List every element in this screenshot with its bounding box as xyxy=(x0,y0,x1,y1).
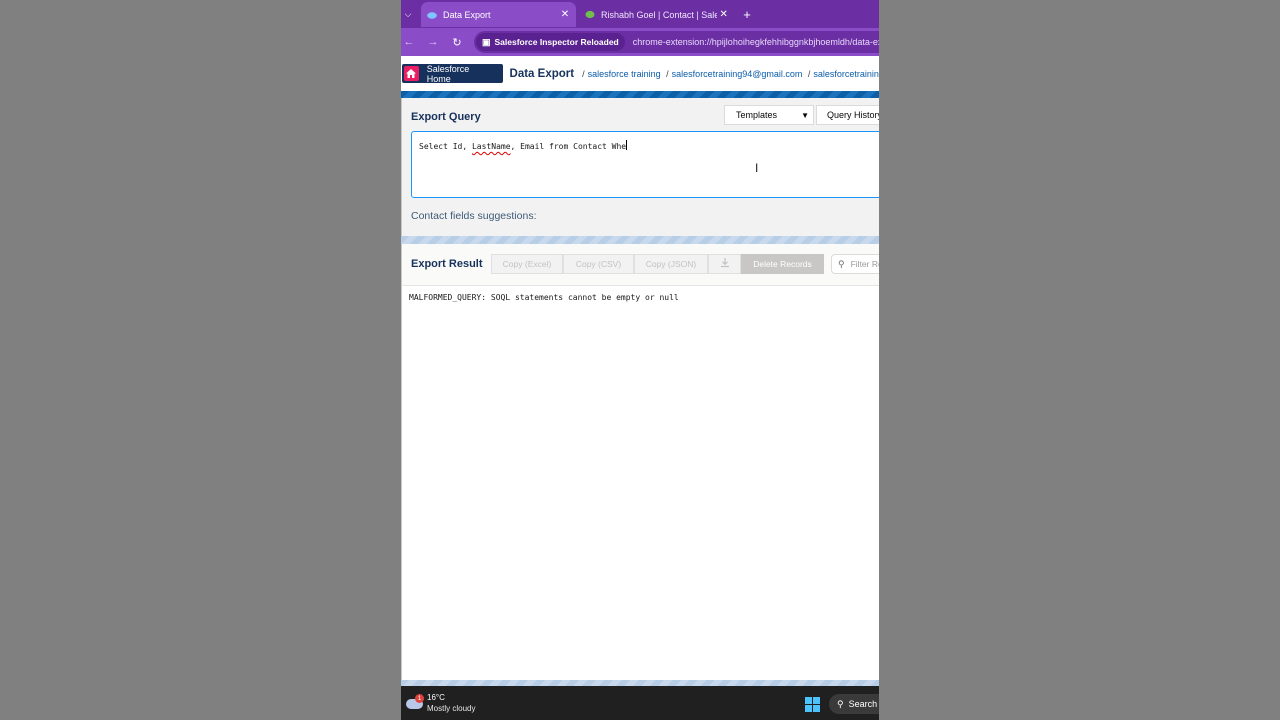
forward-arrow-icon[interactable]: → xyxy=(425,34,441,50)
home-button-label: Salesforce Home xyxy=(426,63,470,84)
export-query-panel: Export Query Templates ▼ Query History S… xyxy=(401,98,879,236)
query-history-button[interactable]: Query History xyxy=(816,105,879,125)
query-history-label: Query History xyxy=(827,110,879,120)
weather-description[interactable]: Mostly cloudy xyxy=(427,704,475,713)
templates-label: Templates xyxy=(736,110,778,120)
salesforce-cloud-icon xyxy=(427,10,437,20)
navigation-bar: ← → ↻ ▣ Salesforce Inspector Reloaded ch… xyxy=(401,28,879,56)
search-icon: ⚲ xyxy=(838,258,845,269)
filter-input[interactable]: ⚲ Filter Results xyxy=(831,254,879,274)
download-button[interactable] xyxy=(708,254,741,274)
text-caret xyxy=(626,140,628,150)
close-icon[interactable]: ✕ xyxy=(558,9,572,20)
query-text-start: Select Id, xyxy=(419,142,472,151)
download-icon xyxy=(720,258,730,270)
copy-json-button[interactable]: Copy (JSON) xyxy=(634,254,708,274)
tab-strip: ⌵ Data Export ✕ Rishabh Goel | Contact |… xyxy=(401,0,879,28)
salesforce-home-button[interactable]: Salesforce Home xyxy=(402,63,503,84)
extension-chip[interactable]: ▣ Salesforce Inspector Reloaded xyxy=(476,33,625,51)
tab-search-chevron-icon[interactable]: ⌵ xyxy=(401,4,415,24)
taskbar-search-label: Search xyxy=(848,699,878,709)
taskbar-search[interactable]: ⚲ Search xyxy=(829,694,879,714)
extension-name: Salesforce Inspector Reloaded xyxy=(494,37,619,47)
tab-data-export[interactable]: Data Export ✕ xyxy=(421,2,576,27)
query-text-end: , Email from Contact Whe xyxy=(510,142,627,151)
new-tab-button[interactable]: + xyxy=(740,5,754,23)
notification-badge: 1 xyxy=(415,694,424,703)
copy-excel-button[interactable]: Copy (Excel) xyxy=(491,254,563,274)
error-message: MALFORMED_QUERY: SOQL statements cannot … xyxy=(409,293,679,302)
url-text: chrome-extension://hpijlohoihegkfehhibgg… xyxy=(632,37,879,47)
export-result-title: Export Result xyxy=(411,258,483,270)
page-title: Data Export xyxy=(509,67,575,80)
query-editor[interactable]: Select Id, LastName, Email from Contact … xyxy=(411,131,879,198)
result-area xyxy=(401,286,879,680)
filter-placeholder: Filter Results xyxy=(850,259,879,269)
browser-window: ⌵ Data Export ✕ Rishabh Goel | Contact |… xyxy=(401,0,879,720)
weather-cloud-icon[interactable]: 1 xyxy=(406,694,424,710)
reload-icon[interactable]: ↻ xyxy=(449,34,465,50)
tab-title: Rishabh Goel | Contact | Salesfo xyxy=(601,9,718,20)
templates-select[interactable]: Templates ▼ xyxy=(724,105,814,125)
chevron-down-icon: ▼ xyxy=(801,110,809,120)
breadcrumb: / salesforce training / salesforcetraining… xyxy=(579,69,879,79)
breadcrumb-org[interactable]: salesforce training xyxy=(588,69,661,79)
search-icon: ⚲ xyxy=(837,698,844,709)
field-suggestions-label: Contact fields suggestions: xyxy=(411,210,537,222)
header-divider xyxy=(401,91,879,98)
salesforce-leaf-icon xyxy=(585,10,595,20)
delete-records-button[interactable]: Delete Records xyxy=(741,254,824,274)
home-icon xyxy=(404,66,419,81)
address-bar[interactable]: ▣ Salesforce Inspector Reloaded chrome-e… xyxy=(474,31,879,53)
back-arrow-icon[interactable]: ← xyxy=(401,34,417,50)
export-query-title: Export Query xyxy=(411,111,481,123)
section-divider xyxy=(401,236,879,244)
query-text-misspelled: LastName xyxy=(471,142,511,151)
page-header: Salesforce Home Data Export / salesforce … xyxy=(401,56,879,91)
breadcrumb-user[interactable]: salesforcetraining94@gmail.com xyxy=(672,69,803,79)
breadcrumb-instance[interactable]: salesforcetraining xyxy=(813,69,879,79)
tab-title: Data Export xyxy=(443,9,491,20)
extension-page-icon: ▣ xyxy=(482,36,491,47)
weather-temperature[interactable]: 16°C xyxy=(427,693,445,702)
taskbar: 1 16°C Mostly cloudy ⚲ Search xyxy=(401,686,879,720)
ibeam-cursor-icon: I xyxy=(755,161,759,175)
export-result-toolbar: Export Result Copy (Excel) Copy (CSV) Co… xyxy=(401,244,879,286)
close-icon[interactable]: ✕ xyxy=(717,9,730,20)
copy-csv-button[interactable]: Copy (CSV) xyxy=(563,254,634,274)
tab-contact[interactable]: Rishabh Goel | Contact | Salesfo ✕ xyxy=(579,2,734,27)
windows-start-icon[interactable] xyxy=(805,697,820,712)
